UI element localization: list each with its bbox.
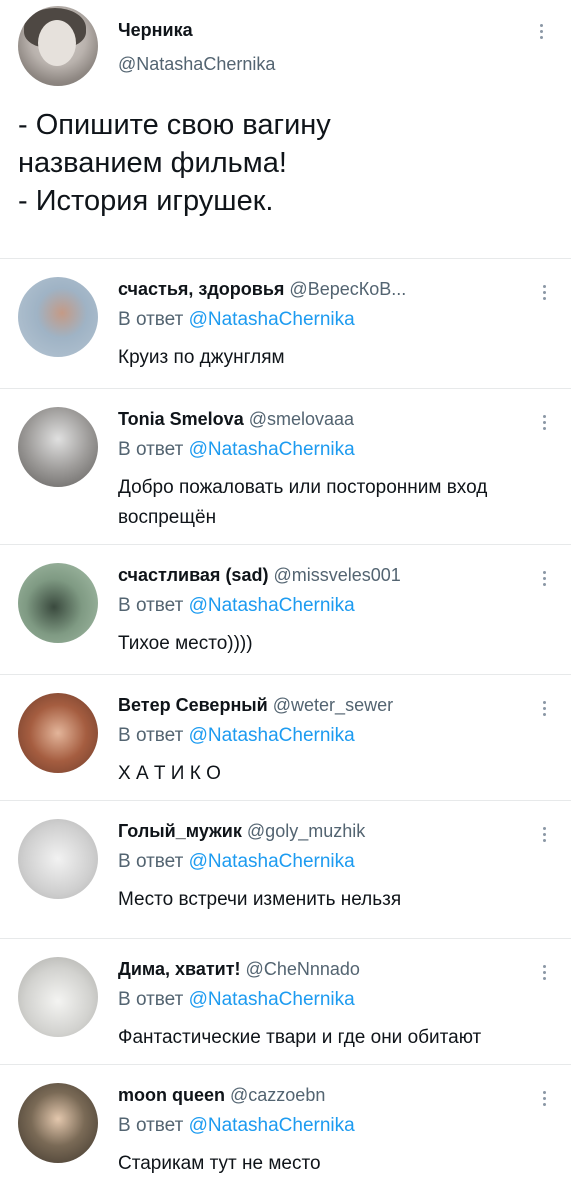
reply-author-handle[interactable]: @missveles001 xyxy=(273,565,400,585)
main-tweet-author-handle[interactable]: @NatashaChernika xyxy=(118,54,275,75)
mention-link[interactable]: @NatashaChernika xyxy=(189,851,355,872)
reply-author-handle[interactable]: @goly_muzhik xyxy=(247,821,365,841)
mention-link[interactable]: @NatashaChernika xyxy=(189,989,355,1010)
reply-text: Фантастические твари и где они обитают xyxy=(118,1027,482,1048)
reply-author-name[interactable]: Голый_мужик xyxy=(118,821,242,841)
avatar[interactable] xyxy=(18,819,98,899)
reply-text: Х А Т И К О xyxy=(118,763,221,784)
reply-author-name[interactable]: moon queen xyxy=(118,1085,225,1105)
reply-tweet[interactable]: Ветер Северный @weter_sewer В ответ @Nat… xyxy=(0,674,571,801)
reply-author-name[interactable]: Tonia Smelova xyxy=(118,409,244,429)
reply-author-handle[interactable]: @ВересКоВ... xyxy=(289,279,406,299)
reply-text: Круиз по джунглям xyxy=(118,347,285,368)
reply-author-handle[interactable]: @weter_sewer xyxy=(273,695,393,715)
replying-to-label: В ответ xyxy=(118,439,184,460)
reply-author-handle[interactable]: @cazzoebn xyxy=(230,1085,325,1105)
avatar[interactable] xyxy=(18,957,98,1037)
replying-to-label: В ответ xyxy=(118,989,184,1010)
reply-author-name[interactable]: Ветер Северный xyxy=(118,695,268,715)
more-options-icon[interactable] xyxy=(541,1089,547,1109)
more-options-icon[interactable] xyxy=(541,963,547,983)
reply-tweet[interactable]: moon queen @cazzoebn В ответ @NatashaChe… xyxy=(0,1064,571,1192)
mention-link[interactable]: @NatashaChernika xyxy=(189,595,355,616)
mention-link[interactable]: @NatashaChernika xyxy=(189,309,355,330)
main-tweet: Черника @NatashaChernika - Опишите свою … xyxy=(0,0,571,258)
main-tweet-author-name[interactable]: Черника xyxy=(118,20,193,41)
replying-to-label: В ответ xyxy=(118,725,184,746)
avatar[interactable] xyxy=(18,407,98,487)
mention-link[interactable]: @NatashaChernika xyxy=(189,1115,355,1136)
mention-link[interactable]: @NatashaChernika xyxy=(189,439,355,460)
reply-text: Тихое место)))) xyxy=(118,633,253,654)
reply-author-name[interactable]: счастливая (sad) xyxy=(118,565,268,585)
main-tweet-text: - Опишите свою вагину названием фильма! … xyxy=(18,109,331,217)
reply-author-name[interactable]: счастья, здоровья xyxy=(118,279,284,299)
more-options-icon[interactable] xyxy=(541,699,547,719)
more-options-icon[interactable] xyxy=(541,569,547,589)
avatar[interactable] xyxy=(18,1083,98,1163)
avatar[interactable] xyxy=(18,563,98,643)
reply-author-name[interactable]: Дима, хватит! xyxy=(118,959,241,979)
reply-author-handle[interactable]: @CheNnnado xyxy=(246,959,360,979)
reply-text: Старикам тут не место xyxy=(118,1153,321,1174)
mention-link[interactable]: @NatashaChernika xyxy=(189,725,355,746)
avatar[interactable] xyxy=(18,277,98,357)
replying-to-label: В ответ xyxy=(118,851,184,872)
more-options-icon[interactable] xyxy=(541,283,547,303)
more-options-icon[interactable] xyxy=(541,413,547,433)
more-options-icon[interactable] xyxy=(538,22,544,42)
replying-to-label: В ответ xyxy=(118,309,184,330)
reply-tweet[interactable]: счастливая (sad) @missveles001 В ответ @… xyxy=(0,544,571,675)
replying-to-label: В ответ xyxy=(118,1115,184,1136)
reply-tweet[interactable]: Дима, хватит! @CheNnnado В ответ @Natash… xyxy=(0,938,571,1065)
reply-tweet[interactable]: Голый_мужик @goly_muzhik В ответ @Natash… xyxy=(0,800,571,939)
avatar[interactable] xyxy=(18,6,98,86)
reply-tweet[interactable]: Tonia Smelova @smelovaaa В ответ @Natash… xyxy=(0,388,571,545)
reply-tweet[interactable]: счастья, здоровья @ВересКоВ... В ответ @… xyxy=(0,258,571,389)
avatar[interactable] xyxy=(18,693,98,773)
reply-text: Место встречи изменить нельзя xyxy=(118,889,402,910)
replying-to-label: В ответ xyxy=(118,595,184,616)
reply-text: Добро пожаловать или посторонним вход во… xyxy=(118,477,488,528)
reply-author-handle[interactable]: @smelovaaa xyxy=(249,409,354,429)
more-options-icon[interactable] xyxy=(541,825,547,845)
